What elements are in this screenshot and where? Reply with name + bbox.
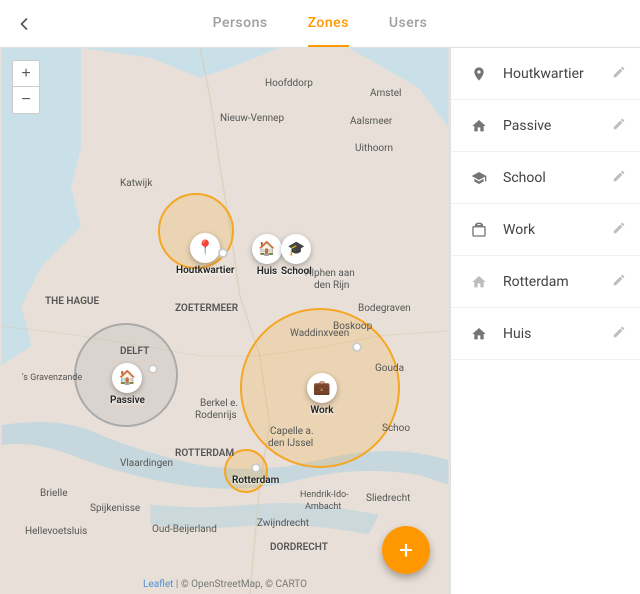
sidebar-label-rotterdam: Rotterdam (503, 274, 612, 290)
sidebar-item-passive[interactable]: Passive (451, 100, 640, 152)
sidebar-label-huis: Huis (503, 326, 612, 342)
marker-school[interactable]: 🎓 School (281, 234, 312, 277)
edit-passive-button[interactable] (612, 117, 626, 135)
header: Persons Zones Users (0, 0, 640, 48)
marker-passive[interactable]: 🏠 Passive (110, 363, 145, 406)
sidebar-label-work: Work (503, 222, 612, 238)
school-icon (465, 170, 493, 186)
edit-rotterdam-button[interactable] (612, 273, 626, 291)
sidebar-item-houtkwartier[interactable]: Houtkwartier (451, 48, 640, 100)
edit-work-button[interactable] (612, 221, 626, 239)
location-icon (465, 66, 493, 82)
tab-persons[interactable]: Persons (213, 1, 268, 47)
leaflet-link[interactable]: Leaflet (143, 579, 173, 590)
header-tabs: Persons Zones Users (48, 1, 592, 47)
marker-dot2 (148, 364, 158, 374)
sidebar-label-school: School (503, 170, 612, 186)
sidebar-label-houtkwartier: Houtkwartier (503, 66, 612, 82)
map-svg (0, 48, 450, 594)
main-layout: Hoofddorp Amstel Nieuw-Vennep Aalsmeer U… (0, 48, 640, 594)
marker-work[interactable]: 💼 Work (307, 373, 337, 416)
map-container[interactable]: Hoofddorp Amstel Nieuw-Vennep Aalsmeer U… (0, 48, 450, 594)
marker-dot (218, 248, 228, 258)
edit-houtkwartier-button[interactable] (612, 65, 626, 83)
sidebar-item-rotterdam[interactable]: Rotterdam (451, 256, 640, 308)
add-zone-button[interactable]: + (382, 526, 430, 574)
edit-school-button[interactable] (612, 169, 626, 187)
home-icon-rotterdam (465, 274, 493, 290)
map-attribution: Leaflet | © OpenStreetMap, © CARTO (143, 579, 307, 590)
sidebar-item-school[interactable]: School (451, 152, 640, 204)
sidebar-label-passive: Passive (503, 118, 612, 134)
tab-zones[interactable]: Zones (308, 1, 349, 47)
tab-users[interactable]: Users (389, 1, 428, 47)
home-icon-huis (465, 326, 493, 342)
work-icon (465, 222, 493, 238)
sidebar: Houtkwartier Passive School (450, 48, 640, 594)
zoom-controls: + − (12, 60, 40, 114)
zoom-in-button[interactable]: + (13, 61, 39, 87)
zoom-out-button[interactable]: − (13, 87, 39, 113)
home-icon-passive (465, 118, 493, 134)
marker-rotterdam[interactable]: Rotterdam (232, 463, 279, 486)
sidebar-item-huis[interactable]: Huis (451, 308, 640, 360)
edit-huis-button[interactable] (612, 325, 626, 343)
marker-huis[interactable]: 🏠 Huis (252, 234, 282, 277)
sidebar-item-work[interactable]: Work (451, 204, 640, 256)
back-button[interactable] (0, 0, 48, 48)
marker-dot3 (352, 342, 362, 352)
